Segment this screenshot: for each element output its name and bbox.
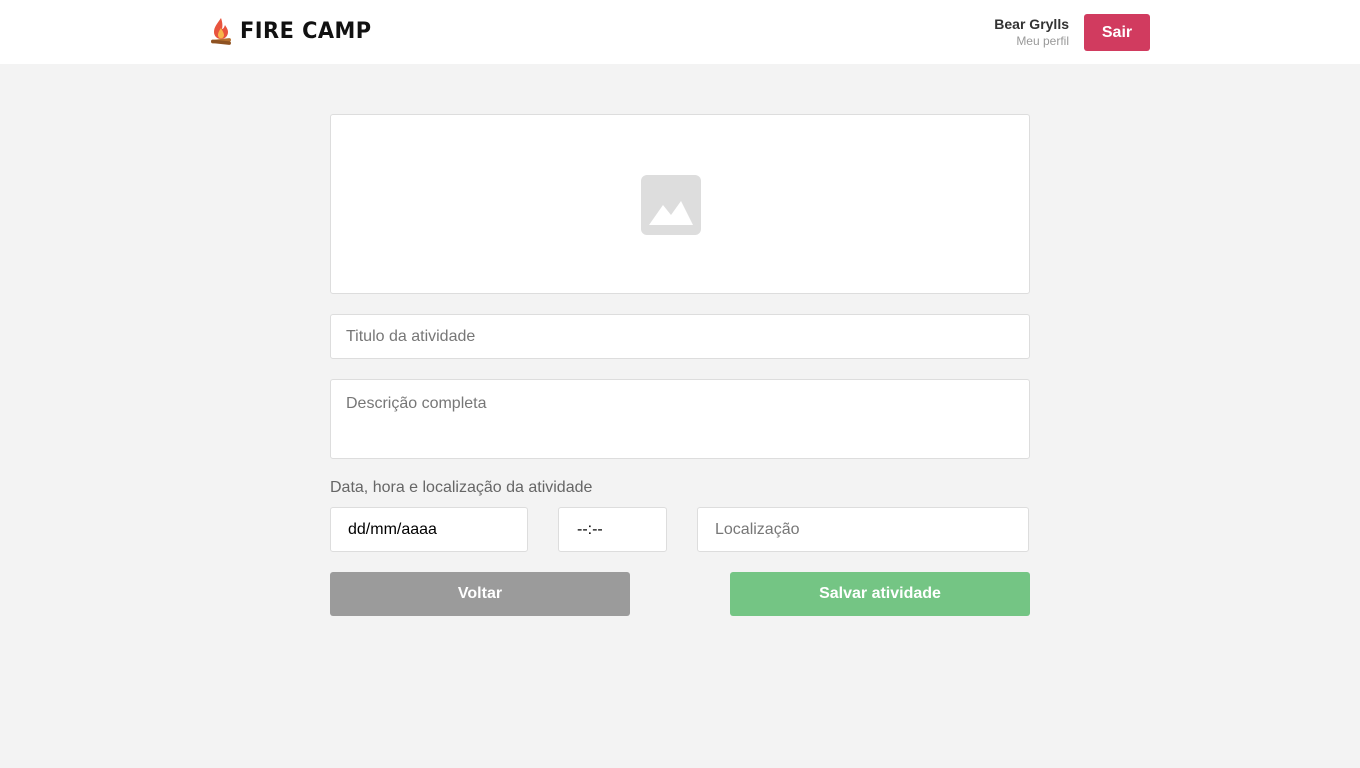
location-input[interactable] xyxy=(697,507,1029,552)
image-upload-area[interactable] xyxy=(330,114,1030,294)
time-input[interactable]: --:-- xyxy=(558,507,667,552)
campfire-icon xyxy=(211,18,231,45)
top-navbar: FIRE CAMP Bear Grylls Meu perfil Sair xyxy=(0,0,1360,64)
activity-title-input[interactable] xyxy=(330,314,1030,359)
profile-link[interactable]: Meu perfil xyxy=(994,33,1069,49)
schedule-label: Data, hora e localização da atividade xyxy=(330,479,593,496)
time-input-value: --:-- xyxy=(577,520,603,538)
activity-description-textarea[interactable] xyxy=(330,379,1030,459)
save-activity-button[interactable]: Salvar atividade xyxy=(730,572,1030,616)
back-button[interactable]: Voltar xyxy=(330,572,630,616)
user-info: Bear Grylls Meu perfil xyxy=(994,16,1069,49)
app-logo[interactable]: FIRE CAMP xyxy=(208,16,379,46)
date-input-value: dd/mm/aaaa xyxy=(348,520,437,538)
image-icon xyxy=(641,175,701,235)
logout-button[interactable]: Sair xyxy=(1084,14,1150,51)
date-input[interactable]: dd/mm/aaaa xyxy=(330,507,528,552)
app-logo-text: FIRE CAMP xyxy=(240,18,372,44)
user-name: Bear Grylls xyxy=(994,16,1069,32)
